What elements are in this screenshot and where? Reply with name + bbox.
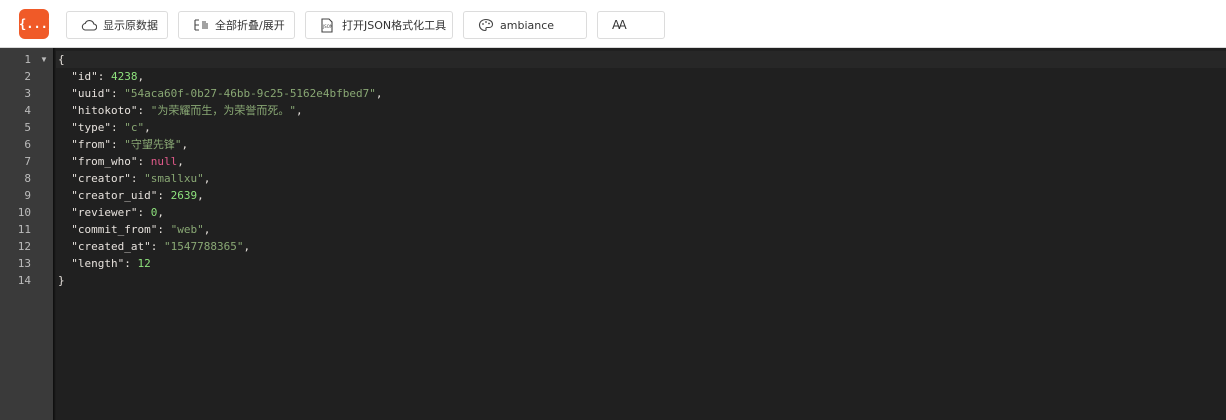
json-close-brace: } [58,274,65,287]
line-number: 12 [17,240,31,253]
show-raw-data-label: 显示原数据 [103,19,158,32]
json-comma: , [203,172,211,185]
line-number: 3 [24,87,31,100]
toolbar: {...} 显示原数据 全部折叠/展开 JSON 打开JSON格式化工具 amb… [0,0,1226,48]
json-value: 12 [137,257,151,270]
json-key: "length" [71,257,125,270]
json-key: "id" [71,70,98,83]
line-number: 1 [24,53,31,66]
json-comma: , [157,206,164,219]
show-raw-data-button[interactable]: 显示原数据 [66,11,168,39]
json-comma: , [181,138,189,151]
code-line: "from": "守望先锋", [71,138,189,151]
json-key: "from" [71,138,111,151]
json-comma: , [177,155,184,168]
json-value: "web" [170,223,204,236]
code-line: "reviewer": 0, [71,206,164,219]
json-value: "为荣耀而生，为荣誉而死。" [150,104,296,117]
line-number: 7 [24,155,31,168]
json-value: 4238 [111,70,138,83]
open-json-tool-label: 打开JSON格式化工具 [342,19,447,32]
json-comma: , [203,223,211,236]
line-number: 5 [24,121,31,134]
line-number: 9 [24,189,31,202]
code-line: "hitokoto": "为荣耀而生，为荣誉而死。", [71,104,303,117]
code-line: { [56,51,1226,68]
fold-all-label: 全部折叠/展开 [215,19,285,32]
line-number-gutter: 1 ▼ 2 3 4 5 6 7 8 9 10 11 12 13 14 [0,48,53,420]
code-line: "creator": "smallxu", [71,172,211,185]
json-comma: , [295,104,303,117]
json-comma: , [197,189,204,202]
json-value: "54aca60f-0b27-46bb-9c25-5162e4bfbed7" [124,87,376,100]
theme-value: ambiance [500,18,555,32]
line-number: 6 [24,138,31,151]
json-comma: , [243,240,251,253]
json-value: "守望先锋" [124,138,182,151]
json-comma: , [137,70,145,83]
json-key: "commit_from" [71,223,158,236]
json-key: "created_at" [71,240,151,253]
json-key: "hitokoto" [71,104,138,117]
code-line: "commit_from": "web", [71,223,211,236]
line-number: 11 [17,223,31,236]
line-number: 8 [24,172,31,185]
theme-select[interactable]: ambiance [463,11,587,39]
palette-icon [478,17,496,33]
json-file-icon: JSON [320,17,338,33]
code-line: "id": 4238, [71,70,145,83]
json-key: "from_who" [71,155,138,168]
fold-all-button[interactable]: 全部折叠/展开 [178,11,295,39]
json-code-editor[interactable]: { "id": 4238, "uuid": "54aca60f-0b27-46b… [56,51,1226,289]
app-logo: {...} [19,9,55,39]
json-key: "creator" [71,172,131,185]
json-value: "1547788365" [163,240,244,253]
json-value: null [150,155,178,168]
code-line: "creator_uid": 2639, [71,189,204,202]
gutter-shadow [53,48,56,420]
font-size-icon: AA [612,18,627,32]
json-comma: , [144,121,151,134]
json-key: "type" [71,121,111,134]
code-line: "length": 12 [71,257,151,270]
code-line: "type": "c", [71,121,151,134]
json-value: "smallxu" [144,172,204,185]
code-line: "uuid": "54aca60f-0b27-46bb-9c25-5162e4b… [71,87,383,100]
cloud-icon [81,17,99,33]
code-line: "created_at": "1547788365", [71,240,251,253]
json-comma: , [375,87,383,100]
open-json-tool-button[interactable]: JSON 打开JSON格式化工具 [305,11,453,39]
line-number: 14 [17,274,31,287]
json-value: 2639 [170,189,198,202]
fold-arrow-icon[interactable]: ▼ [40,51,48,68]
line-number: 13 [17,257,31,270]
svg-text:JSON: JSON [322,24,333,29]
line-number: 2 [24,70,31,83]
font-size-button[interactable]: AA [597,11,665,39]
json-value: "c" [124,121,145,134]
json-key: "reviewer" [71,206,138,219]
line-number: 4 [24,104,31,117]
json-open-brace: { [58,53,65,66]
code-line: } [58,272,1226,289]
json-key: "uuid" [71,87,111,100]
json-key: "creator_uid" [71,189,158,202]
fold-tree-icon [193,17,211,33]
line-number: 10 [17,206,31,219]
code-line: "from_who": null, [71,155,184,168]
